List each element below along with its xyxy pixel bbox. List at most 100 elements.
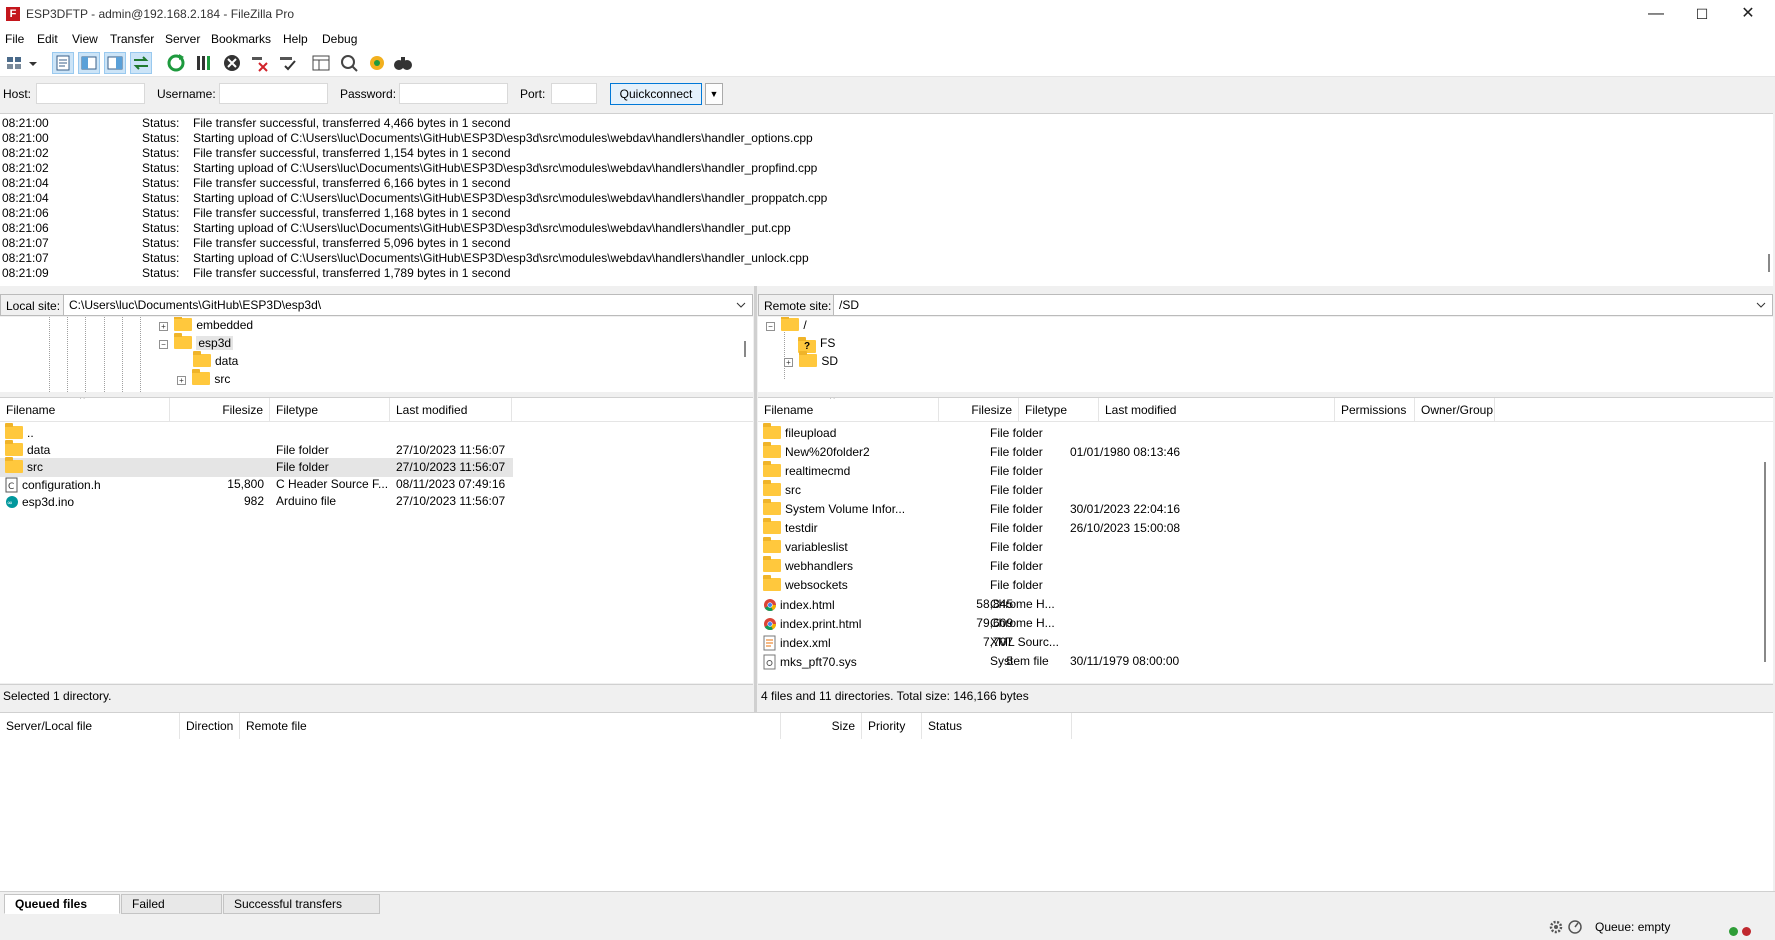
queue-column-size[interactable]: Size [781,713,862,739]
site-manager-icon[interactable] [4,52,26,74]
expand-icon[interactable]: + [159,322,168,331]
cancel-operation-icon[interactable] [221,52,243,74]
menu-bookmarks[interactable]: Bookmarks [211,32,271,46]
tree-item-root[interactable]: − / [766,317,807,335]
queue-column-direction[interactable]: Direction [180,713,240,739]
file-name: index.html [780,598,835,612]
column-owner-group[interactable]: Owner/Group [1415,398,1495,422]
queue-column-priority[interactable]: Priority [862,713,922,739]
file-type: File folder [276,460,329,474]
menu-view[interactable]: View [72,32,98,46]
collapse-icon[interactable]: − [159,340,168,349]
file-row[interactable]: fileupload File folder [758,423,1773,443]
folder-icon [763,556,781,572]
column-permissions[interactable]: Permissions [1335,398,1415,422]
compare-directories-icon[interactable] [338,52,360,74]
menu-transfer[interactable]: Transfer [110,32,154,46]
menu-server[interactable]: Server [165,32,200,46]
pane-splitter[interactable] [754,286,757,712]
toggle-remote-tree-icon[interactable] [104,52,126,74]
column-filesize[interactable]: Filesize [170,398,270,422]
queue-column-remote-file[interactable]: Remote file [240,713,781,739]
site-manager-dropdown-icon[interactable] [27,52,39,74]
reconnect-icon[interactable] [277,52,299,74]
close-button[interactable]: ✕ [1725,0,1771,30]
remote-site-label: Remote site: [758,294,838,316]
queue-column-server-local-file[interactable]: Server/Local file [0,713,180,739]
folder-icon [192,369,211,385]
disconnect-icon[interactable] [249,52,271,74]
column-filesize[interactable]: Filesize [939,398,1019,422]
tree-item-embedded[interactable]: + embedded [159,317,253,335]
file-row[interactable]: System Volume Infor... File folder 30/01/2… [758,499,1773,519]
menu-file[interactable]: File [5,32,24,46]
synchronized-browsing-icon[interactable] [366,52,388,74]
folder-icon [5,440,23,456]
remote-site-path-combobox[interactable]: /SD [833,294,1773,316]
file-row[interactable]: index.print.html 79,609 Chrome H... [758,614,1773,633]
file-row[interactable]: src File folder [758,480,1773,500]
file-row[interactable]: testdir File folder 26/10/2023 15:00:08 [758,518,1773,538]
tree-item-sd[interactable]: + SD [784,351,838,371]
tab-successful-transfers[interactable]: Successful transfers (250) [223,894,380,929]
toggle-message-log-icon[interactable] [52,52,74,74]
queue-column-status[interactable]: Status [922,713,1072,739]
directory-listing-filters-icon[interactable] [310,52,332,74]
expand-icon[interactable]: + [784,358,793,367]
host-input[interactable] [36,83,145,104]
message-log[interactable]: 08:21:00 Status: File transfer successful,… [0,113,1773,286]
collapse-icon[interactable]: − [766,322,775,331]
file-row[interactable]: ∞ esp3d.ino 982 Arduino file 27/10/2023 11:5… [0,492,513,511]
local-tree-scroll-thumb[interactable] [744,341,746,357]
settings-gear-icon[interactable] [1548,919,1564,935]
quickconnect-button[interactable]: Quickconnect [610,83,702,105]
expand-icon[interactable]: + [177,376,186,385]
remote-file-list[interactable]: Filename Filesize Filetype Last modified… [758,397,1773,683]
transfer-queue[interactable]: Server/Local file Direction Remote file … [0,712,1773,891]
toggle-local-tree-icon[interactable] [78,52,100,74]
column-filename[interactable]: Filename [758,398,939,422]
file-row[interactable]: New%20folder2 File folder 01/01/1980 08:13… [758,442,1773,462]
column-last-modified[interactable]: Last modified [1099,398,1335,422]
message-log-scroll-thumb[interactable] [1768,254,1770,272]
remote-file-list-scrollbar[interactable] [1759,422,1769,683]
remote-file-list-scroll-thumb[interactable] [1764,462,1766,662]
process-queue-icon[interactable] [193,52,215,74]
file-row[interactable]: websockets File folder [758,575,1773,595]
file-row[interactable]: variableslist File folder [758,537,1773,557]
column-filename[interactable]: Filename [0,398,170,422]
toggle-transfer-queue-icon[interactable] [130,52,152,74]
local-site-path-combobox[interactable]: C:\Users\luc\Documents\GitHub\ESP3D\esp3… [63,294,753,316]
port-input[interactable] [551,83,597,104]
column-filetype[interactable]: Filetype [270,398,390,422]
column-last-modified[interactable]: Last modified [390,398,512,422]
speed-limit-icon[interactable] [1567,919,1583,935]
column-filetype[interactable]: Filetype [1019,398,1099,422]
log-message: File transfer successful, transferred 6,… [193,176,511,190]
menu-help[interactable]: Help [283,32,308,46]
tab-failed-transfers[interactable]: Failed transfers [121,894,222,929]
tab-queued-files[interactable]: Queued files [4,894,120,914]
remote-directory-tree[interactable]: − / ? FS + SD [758,317,1773,392]
message-log-scrollbar[interactable] [1763,114,1773,286]
file-row[interactable]: index.html 58,845 Chrome H... [758,595,1773,614]
search-remote-files-icon[interactable] [392,52,414,74]
file-row[interactable]: webhandlers File folder [758,556,1773,576]
file-row[interactable]: realtimecmd File folder [758,461,1773,481]
minimize-button[interactable]: — [1633,0,1679,30]
queue-status-text: Queue: empty [1595,920,1671,934]
tree-item-src[interactable]: + src [177,369,230,389]
menu-debug[interactable]: Debug [322,32,357,46]
file-row[interactable]: index.xml 7,707 XML Sourc... [758,633,1773,652]
local-tree-scrollbar[interactable] [739,317,749,392]
file-row[interactable]: mks_pft70.sys 5 System file 30/11/1979 08:0… [758,652,1773,671]
local-directory-tree[interactable]: + embedded − esp3d data + src [0,317,753,392]
menu-edit[interactable]: Edit [37,32,58,46]
local-file-list[interactable]: Filename Filesize Filetype Last modified… [0,397,753,683]
refresh-icon[interactable] [165,52,187,74]
maximize-button[interactable]: ☐ [1679,0,1725,30]
password-input[interactable] [399,83,508,104]
menu-bar: File Edit View Transfer Server Bookmarks… [0,30,1775,49]
username-input[interactable] [219,83,328,104]
quickconnect-history-dropdown[interactable]: ▼ [705,83,723,105]
